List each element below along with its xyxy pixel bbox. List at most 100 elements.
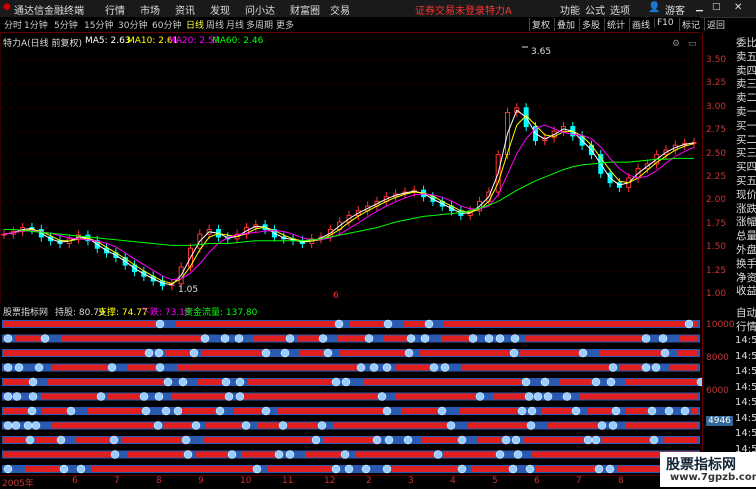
y-tick-label: 3.25 bbox=[706, 78, 727, 89]
indicator-dot bbox=[510, 334, 520, 343]
menu-item-ask[interactable]: 问小达 bbox=[245, 2, 275, 17]
indicator-chart[interactable]: 股票指标网 持股: 80.79 支撑: 74.77 下跌: 73.19 资金流量… bbox=[0, 303, 702, 475]
period-tab-1min[interactable]: 1分钟 bbox=[24, 18, 48, 31]
settings-icon[interactable]: ⚙ bbox=[672, 39, 680, 49]
indicator-dot bbox=[664, 406, 674, 416]
indicator-segment bbox=[350, 437, 373, 443]
menu-item-function[interactable]: 功能 bbox=[560, 2, 580, 17]
quote-label: 涨跌 bbox=[736, 202, 756, 215]
menu-item-news[interactable]: 资讯 bbox=[175, 2, 195, 17]
stats-button[interactable]: 统计 bbox=[604, 18, 625, 31]
indicator-dot bbox=[31, 421, 41, 430]
period-tab-5min[interactable]: 5分钟 bbox=[54, 18, 78, 31]
indicator-segment bbox=[571, 466, 595, 472]
f10-button[interactable]: F10 bbox=[654, 18, 674, 28]
indicator-segment bbox=[242, 321, 270, 327]
indicator-segment bbox=[323, 437, 350, 443]
kline-chart[interactable]: 特力A(日线 前复权) MA5: 2.63 MA10: 2.61 MA20: 2… bbox=[0, 33, 702, 303]
minimize-icon[interactable]: ▁ bbox=[696, 2, 703, 12]
x-tick-label: 9 bbox=[198, 476, 204, 486]
indicator-segment bbox=[88, 335, 121, 342]
adjust-button[interactable]: 复权 bbox=[529, 18, 550, 31]
indicator-segment bbox=[160, 466, 189, 472]
period-tab-daily[interactable]: 日线 bbox=[186, 18, 204, 31]
back-button[interactable]: 返回 bbox=[704, 18, 725, 31]
indicator-dot bbox=[475, 392, 485, 401]
indicator-segment bbox=[42, 408, 67, 414]
indicator-dot bbox=[66, 406, 76, 416]
event-marker[interactable]: 6 bbox=[333, 291, 339, 301]
collapse-icon[interactable]: ▭ bbox=[688, 39, 697, 49]
indicator-segment bbox=[121, 335, 151, 342]
high-label: 3.65 bbox=[531, 47, 552, 57]
user-icon[interactable]: 👤 bbox=[648, 2, 660, 13]
indicator-dot bbox=[527, 406, 537, 416]
indicator-dot bbox=[334, 319, 344, 329]
user-guest[interactable]: 游客 bbox=[665, 2, 685, 17]
indicator-dot bbox=[274, 450, 284, 459]
menu-item-wealth[interactable]: 财富圈 bbox=[290, 2, 320, 17]
panel-tab[interactable]: 自动 bbox=[736, 305, 756, 320]
indicator-dot bbox=[608, 363, 618, 372]
indicator-dot bbox=[540, 377, 550, 387]
x-tick-label: 12 bbox=[324, 476, 336, 486]
quote-label: 卖三 bbox=[736, 78, 756, 91]
close-icon[interactable]: ✕ bbox=[734, 2, 742, 13]
indicator-segment bbox=[425, 422, 447, 429]
indicator-segment bbox=[47, 379, 76, 385]
indicator-segment bbox=[477, 437, 502, 443]
indicator-dot bbox=[155, 363, 165, 372]
indicator-dot bbox=[56, 435, 66, 445]
indicator-segment bbox=[500, 422, 527, 429]
indicator-segment bbox=[392, 466, 428, 472]
indicator-segment bbox=[176, 321, 212, 327]
indicator-dot bbox=[224, 392, 234, 401]
indicator-dot bbox=[261, 406, 271, 416]
draw-button[interactable]: 画线 bbox=[629, 18, 650, 31]
overlay-button[interactable]: 叠加 bbox=[554, 18, 575, 31]
indicator-segment bbox=[622, 451, 659, 458]
period-tab-more[interactable]: 更多 bbox=[276, 18, 294, 31]
indicator-segment bbox=[210, 364, 244, 371]
indicator-segment bbox=[437, 379, 473, 385]
menu-item-quotes[interactable]: 行情 bbox=[105, 2, 125, 17]
indicator-dot bbox=[513, 450, 523, 459]
indicator-segment bbox=[277, 408, 313, 414]
period-tab-intraday[interactable]: 分时 bbox=[4, 18, 22, 31]
period-tab-15min[interactable]: 15分钟 bbox=[84, 18, 113, 31]
indicator-dot bbox=[605, 464, 615, 474]
menu-item-options[interactable]: 选项 bbox=[610, 2, 630, 17]
indicator-dot bbox=[660, 348, 670, 358]
multi-stock-button[interactable]: 多股 bbox=[579, 18, 600, 31]
indicator-segment bbox=[498, 379, 522, 385]
panel-tab[interactable]: 行情 bbox=[736, 319, 756, 334]
quote-label: 外盘 bbox=[736, 244, 756, 256]
period-tab-60min[interactable]: 60分钟 bbox=[152, 18, 181, 31]
menu-item-trade[interactable]: 交易 bbox=[330, 2, 350, 17]
login-notice[interactable]: 证券交易未登录 bbox=[415, 2, 485, 17]
indicator-segment bbox=[532, 451, 554, 458]
x-tick-label: 6 bbox=[72, 476, 78, 486]
menu-item-formula[interactable]: 公式 bbox=[585, 2, 605, 17]
menu-item-discover[interactable]: 发现 bbox=[210, 2, 230, 17]
menu-item-market[interactable]: 市场 bbox=[140, 2, 160, 17]
indicator-svg[interactable] bbox=[0, 303, 702, 475]
period-tab-monthly[interactable]: 月线 bbox=[226, 18, 244, 31]
sub-y-tick-label: 10000 bbox=[706, 320, 735, 330]
indicator-segment bbox=[76, 379, 99, 385]
indicator-segment bbox=[299, 350, 324, 356]
indicator-segment bbox=[171, 393, 195, 400]
indicator-dot bbox=[154, 348, 164, 358]
indicator-dot bbox=[377, 392, 387, 401]
indicator-segment bbox=[602, 437, 629, 443]
mark-button[interactable]: 标记 bbox=[679, 18, 700, 31]
period-tab-multi[interactable]: 多周期 bbox=[246, 18, 273, 31]
kline-svg[interactable] bbox=[0, 33, 702, 303]
indicator-segment bbox=[696, 422, 698, 429]
indicator-segment bbox=[410, 451, 434, 458]
period-tab-weekly[interactable]: 周线 bbox=[206, 18, 224, 31]
period-tab-30min[interactable]: 30分钟 bbox=[118, 18, 147, 31]
indicator-dot bbox=[484, 334, 494, 343]
indicator-segment bbox=[288, 422, 318, 429]
maximize-icon[interactable]: □ bbox=[712, 2, 721, 12]
